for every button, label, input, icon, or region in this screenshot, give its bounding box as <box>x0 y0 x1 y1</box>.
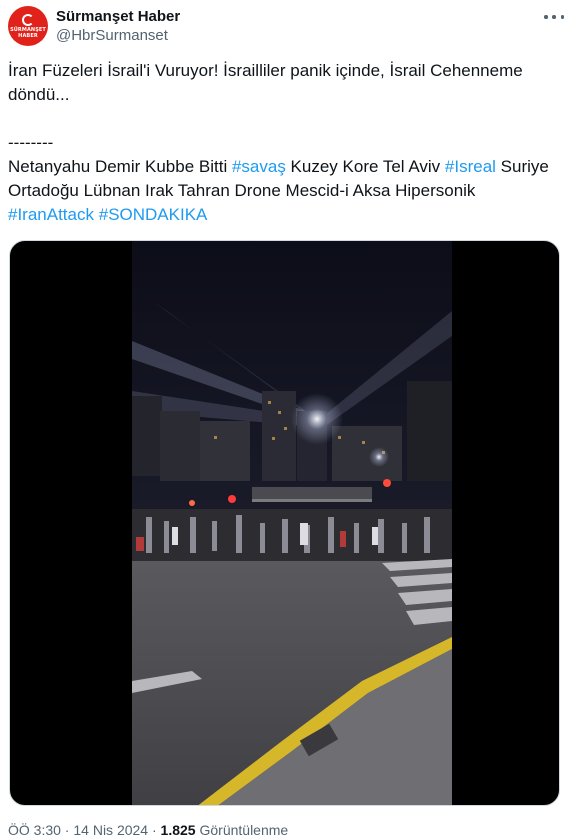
text-segment: Netanyahu Demir Kubbe Bitti <box>8 157 232 176</box>
logo-icon <box>22 13 34 26</box>
tweet-meta: ÖÖ 3:30 · 14 Nis 2024 · 1.825 Görüntülen… <box>8 821 288 838</box>
avatar-text-bottom: HABER <box>18 32 38 39</box>
author-names: Sürmanşet Haber @HbrSurmanset <box>56 8 180 46</box>
tweet-card[interactable]: SÜRMANŞET HABER Sürmanşet Haber @HbrSurm… <box>0 0 576 838</box>
video-scene <box>132 241 452 805</box>
views-label: Görüntülenme <box>195 822 289 838</box>
text-segment: Kuzey Kore Tel Aviv <box>285 157 445 176</box>
tweet-date[interactable]: 14 Nis 2024 <box>73 822 148 838</box>
tweet-text: İran Füzeleri İsrail'i Vuruyor! İsrailli… <box>8 59 560 227</box>
avatar[interactable]: SÜRMANŞET HABER <box>8 6 48 46</box>
hashtag-savas[interactable]: #savaş <box>232 157 286 176</box>
tweet-line-2: döndü... <box>8 85 70 104</box>
dot <box>560 15 564 19</box>
tweet-time[interactable]: ÖÖ 3:30 <box>8 822 61 838</box>
text-segment: Suriye <box>495 157 549 176</box>
hashtag-iranattack[interactable]: #IranAttack <box>8 205 94 224</box>
hashtag-sondakika[interactable]: #SONDAKIKA <box>99 205 208 224</box>
dot <box>552 15 556 19</box>
video-player[interactable] <box>9 240 560 806</box>
tweet-line-4: Netanyahu Demir Kubbe Bitti #savaş Kuzey… <box>8 155 560 179</box>
tweet-line-6: #IranAttack #SONDAKIKA <box>8 203 560 227</box>
video-thumbnail[interactable] <box>132 241 452 805</box>
dot <box>544 15 548 19</box>
display-name[interactable]: Sürmanşet Haber <box>56 8 180 26</box>
tweet-header: SÜRMANŞET HABER Sürmanşet Haber @HbrSurm… <box>8 6 568 48</box>
tweet-separator: -------- <box>8 133 54 152</box>
more-horizontal-icon[interactable] <box>544 12 564 22</box>
separator-dot: · <box>148 822 161 838</box>
separator-dot: · <box>60 822 74 838</box>
user-handle[interactable]: @HbrSurmanset <box>56 26 180 46</box>
tweet-line-5: Ortadoğu Lübnan Irak Tahran Drone Mescid… <box>8 181 476 200</box>
views-count: 1.825 <box>160 822 196 838</box>
hashtag-isreal[interactable]: #Isreal <box>445 157 496 176</box>
tweet-line-1: İran Füzeleri İsrail'i Vuruyor! İsrailli… <box>8 61 523 80</box>
